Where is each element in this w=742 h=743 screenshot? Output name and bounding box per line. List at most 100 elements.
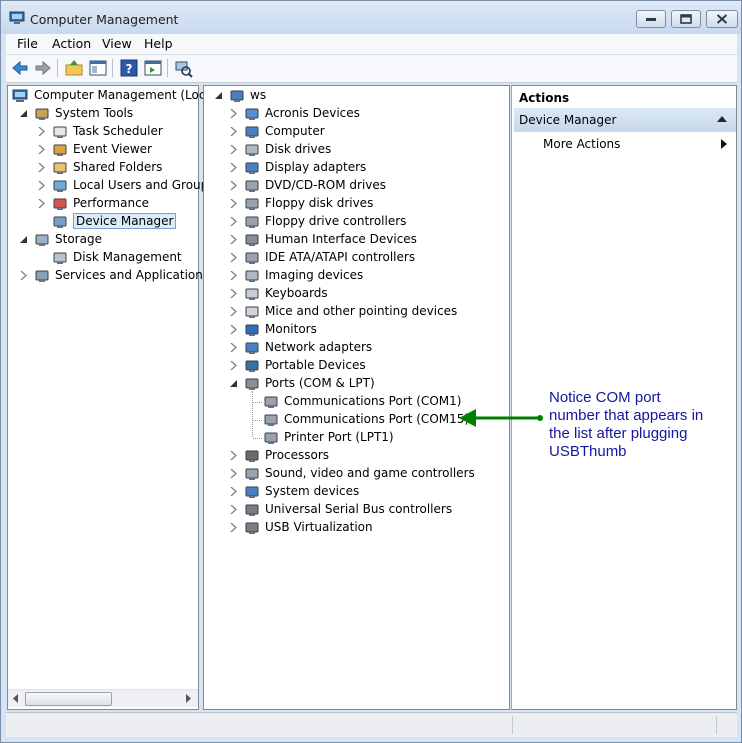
tree-item-mice-and-other-pointing-devices[interactable]: Mice and other pointing devices xyxy=(204,303,509,321)
collapsed-arrow-icon[interactable] xyxy=(230,523,238,532)
device-category-icon xyxy=(245,288,259,300)
tree-item-universal-serial-bus-controllers[interactable]: Universal Serial Bus controllers xyxy=(204,501,509,519)
actions-section-label: Device Manager xyxy=(519,113,617,127)
tree-item-ports-com-lpt-[interactable]: Ports (COM & LPT) xyxy=(204,375,509,393)
tree-item-keyboards[interactable]: Keyboards xyxy=(204,285,509,303)
tree-item-usb-virtualization[interactable]: USB Virtualization xyxy=(204,519,509,537)
tree-item-network-adapters[interactable]: Network adapters xyxy=(204,339,509,357)
tree-item-services-and-applications[interactable]: Services and Applications xyxy=(8,267,209,285)
collapsed-arrow-icon[interactable] xyxy=(230,325,238,334)
tree-item-imaging-devices[interactable]: Imaging devices xyxy=(204,267,509,285)
status-divider xyxy=(716,716,717,734)
tree-item-portable-devices[interactable]: Portable Devices xyxy=(204,357,509,375)
show-hide-action-pane-icon[interactable] xyxy=(143,58,163,78)
show-hide-tree-icon[interactable] xyxy=(88,58,108,78)
forward-arrow-icon[interactable] xyxy=(33,58,53,78)
scrollbar-thumb[interactable] xyxy=(25,692,112,706)
tree-item-monitors[interactable]: Monitors xyxy=(204,321,509,339)
collapsed-arrow-icon[interactable] xyxy=(38,199,46,208)
tree-item-label: DVD/CD-ROM drives xyxy=(265,178,387,192)
tree-item-ide-ata-atapi-controllers[interactable]: IDE ATA/ATAPI controllers xyxy=(204,249,509,267)
action-more-actions[interactable]: More Actions xyxy=(514,133,736,155)
tree-item-display-adapters[interactable]: Display adapters xyxy=(204,159,509,177)
horizontal-scrollbar[interactable] xyxy=(8,689,198,707)
collapsed-arrow-icon[interactable] xyxy=(230,181,238,190)
tree-item-shared-folders[interactable]: Shared Folders xyxy=(8,159,198,177)
scan-hardware-icon[interactable] xyxy=(173,58,193,78)
collapsed-arrow-icon[interactable] xyxy=(230,145,238,154)
tree-item-ws[interactable]: ws xyxy=(204,87,509,105)
tree-item-human-interface-devices[interactable]: Human Interface Devices xyxy=(204,231,509,249)
device-tree-pane: ws Acronis Devices Computer Disk drives Disp… xyxy=(203,85,510,710)
menu-help[interactable]: Help xyxy=(144,36,173,51)
expanded-arrow-icon[interactable] xyxy=(20,235,28,244)
expanded-arrow-icon[interactable] xyxy=(20,109,28,118)
collapsed-arrow-icon[interactable] xyxy=(230,505,238,514)
menu-view[interactable]: View xyxy=(102,36,132,51)
collapsed-arrow-icon[interactable] xyxy=(230,289,238,298)
tree-item-label: Universal Serial Bus controllers xyxy=(265,502,453,516)
tree-item-performance[interactable]: Performance xyxy=(8,195,198,213)
menu-file[interactable]: File xyxy=(17,36,38,51)
collapsed-arrow-icon[interactable] xyxy=(230,109,238,118)
tree-item-device-manager[interactable]: Device Manager xyxy=(8,213,198,231)
toolbar-separator xyxy=(112,59,113,77)
collapsed-arrow-icon[interactable] xyxy=(38,127,46,136)
collapsed-arrow-icon[interactable] xyxy=(230,163,238,172)
up-folder-icon[interactable] xyxy=(64,58,84,78)
maximize-button[interactable] xyxy=(671,10,701,28)
tree-item-processors[interactable]: Processors xyxy=(204,447,509,465)
tree-item-system-devices[interactable]: System devices xyxy=(204,483,509,501)
tree-item-event-viewer[interactable]: Event Viewer xyxy=(8,141,198,159)
collapsed-arrow-icon[interactable] xyxy=(230,235,238,244)
scroll-left-icon[interactable] xyxy=(13,694,19,703)
clock-icon xyxy=(53,126,67,138)
minimize-button[interactable] xyxy=(636,10,666,28)
tree-item-port[interactable]: Printer Port (LPT1) xyxy=(204,429,509,447)
tree-item-sound-video-and-game-controllers[interactable]: Sound, video and game controllers xyxy=(204,465,509,483)
actions-section-device-manager[interactable]: Device Manager xyxy=(514,108,736,132)
collapsed-arrow-icon[interactable] xyxy=(230,199,238,208)
menu-action[interactable]: Action xyxy=(52,36,91,51)
tree-item-computer[interactable]: Computer xyxy=(204,123,509,141)
tree-item-floppy-disk-drives[interactable]: Floppy disk drives xyxy=(204,195,509,213)
collapsed-arrow-icon[interactable] xyxy=(230,361,238,370)
collapsed-arrow-icon[interactable] xyxy=(230,127,238,136)
collapsed-arrow-icon[interactable] xyxy=(230,487,238,496)
tree-item-disk-drives[interactable]: Disk drives xyxy=(204,141,509,159)
tree-item-storage[interactable]: Storage xyxy=(8,231,198,249)
device-category-icon xyxy=(245,468,259,480)
collapsed-arrow-icon[interactable] xyxy=(38,145,46,154)
back-arrow-icon[interactable] xyxy=(10,58,30,78)
tools-icon xyxy=(35,108,49,120)
scroll-right-icon[interactable] xyxy=(186,694,192,703)
tree-item-label: Network adapters xyxy=(265,340,373,354)
collapsed-arrow-icon[interactable] xyxy=(20,271,28,280)
window-title: Computer Management xyxy=(30,12,179,27)
collapsed-arrow-icon[interactable] xyxy=(230,307,238,316)
port-icon xyxy=(264,432,278,444)
minimize-icon xyxy=(646,18,656,21)
help-icon[interactable]: ? xyxy=(119,58,139,78)
tree-item-acronis-devices[interactable]: Acronis Devices xyxy=(204,105,509,123)
tree-item-label: IDE ATA/ATAPI controllers xyxy=(265,250,416,264)
tree-item-dvd-cd-rom-drives[interactable]: DVD/CD-ROM drives xyxy=(204,177,509,195)
tree-item-system-tools[interactable]: System Tools xyxy=(8,105,198,123)
close-button[interactable] xyxy=(706,10,738,28)
tree-item-local-users-and-groups[interactable]: Local Users and Groups xyxy=(8,177,215,195)
expanded-arrow-icon[interactable] xyxy=(230,379,238,388)
tree-item-label: Sound, video and game controllers xyxy=(265,466,475,480)
tree-item-disk-management[interactable]: Disk Management xyxy=(8,249,198,267)
expanded-arrow-icon[interactable] xyxy=(215,91,223,100)
collapsed-arrow-icon[interactable] xyxy=(230,217,238,226)
collapsed-arrow-icon[interactable] xyxy=(230,253,238,262)
tree-item-task-scheduler[interactable]: Task Scheduler xyxy=(8,123,198,141)
tree-item-floppy-drive-controllers[interactable]: Floppy drive controllers xyxy=(204,213,509,231)
collapsed-arrow-icon[interactable] xyxy=(38,163,46,172)
collapsed-arrow-icon[interactable] xyxy=(38,181,46,190)
collapsed-arrow-icon[interactable] xyxy=(230,451,238,460)
collapsed-arrow-icon[interactable] xyxy=(230,271,238,280)
collapsed-arrow-icon[interactable] xyxy=(230,469,238,478)
collapsed-arrow-icon[interactable] xyxy=(230,343,238,352)
collapse-up-icon[interactable] xyxy=(717,116,727,122)
